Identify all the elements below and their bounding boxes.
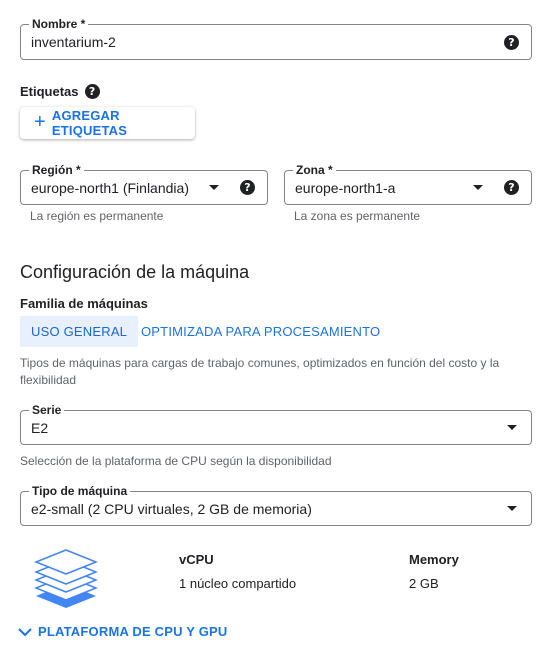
cpu-platform-label: PLATAFORMA DE CPU Y GPU (38, 624, 228, 639)
dropdown-arrow-icon[interactable] (473, 185, 483, 190)
region-select[interactable]: Región * europe-north1 (Finlandia) ? (20, 162, 268, 205)
help-icon[interactable]: ? (504, 35, 519, 50)
memory-label: Memory (409, 552, 459, 567)
help-icon[interactable]: ? (84, 84, 100, 99)
machine-type-select[interactable]: Tipo de máquina e2-small (2 CPU virtuale… (20, 483, 532, 526)
series-field-label: Serie (29, 402, 65, 418)
machine-family-label: Familia de máquinas (20, 296, 148, 311)
help-icon[interactable]: ? (504, 180, 519, 195)
zone-select[interactable]: Zona * europe-north1-a ? (284, 162, 532, 205)
machine-type-field-value: e2-small (2 CPU virtuales, 2 GB de memor… (31, 500, 312, 517)
region-hint: La región es permanente (30, 209, 164, 223)
region-field-value: europe-north1 (Finlandia) (31, 179, 189, 196)
name-field[interactable]: Nombre * inventarium-2 ? (20, 16, 532, 60)
machine-config-title: Configuración de la máquina (20, 262, 250, 282)
machine-type-field-label: Tipo de máquina (29, 483, 131, 499)
help-icon[interactable]: ? (240, 180, 255, 195)
memory-value: 2 GB (409, 576, 439, 591)
machine-stack-icon (34, 549, 98, 608)
vcpu-label: vCPU (179, 552, 214, 567)
add-labels-label: AGREGAR ETIQUETAS (51, 108, 128, 138)
add-labels-button[interactable]: + AGREGAR ETIQUETAS (20, 107, 195, 139)
tab-general-purpose[interactable]: USO GENERAL (20, 316, 139, 347)
cpu-platform-expander[interactable]: PLATAFORMA DE CPU Y GPU (18, 624, 228, 639)
chevron-down-icon (18, 627, 32, 636)
zone-hint: La zona es permanente (294, 209, 421, 223)
name-field-value[interactable]: inventarium-2 (31, 34, 116, 50)
zone-field-value: europe-north1-a (295, 179, 396, 196)
name-field-label: Nombre * (29, 16, 89, 32)
region-field-label: Región * (29, 162, 84, 178)
plus-icon: + (34, 111, 46, 133)
series-select[interactable]: Serie E2 (20, 402, 532, 445)
dropdown-arrow-icon[interactable] (507, 506, 517, 511)
dropdown-arrow-icon[interactable] (209, 185, 219, 190)
series-hint: Selección de la plataforma de CPU según … (20, 454, 332, 468)
dropdown-arrow-icon[interactable] (507, 425, 517, 430)
labels-title: Etiquetas (20, 84, 79, 99)
zone-field-label: Zona * (293, 162, 336, 178)
vcpu-value: 1 núcleo compartido (179, 576, 297, 591)
tab-compute-optimized[interactable]: OPTIMIZADA PARA PROCESAMIENTO (130, 316, 391, 347)
series-field-value: E2 (31, 419, 49, 436)
labels-heading: Etiquetas ? (20, 84, 100, 99)
family-description: Tipos de máquinas para cargas de trabajo… (20, 356, 500, 387)
